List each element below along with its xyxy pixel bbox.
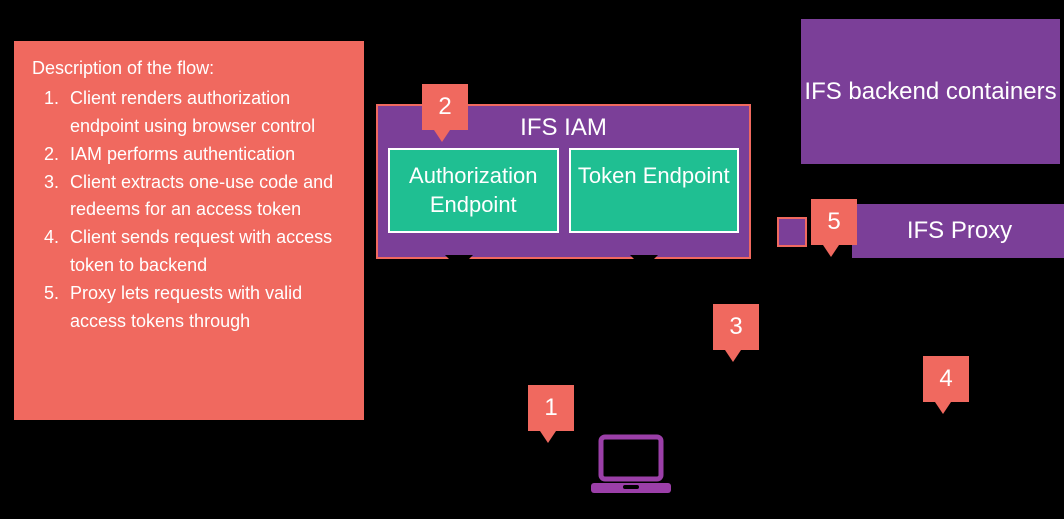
ifs-backend-box: IFS backend containers xyxy=(801,19,1060,164)
callout-5: 5 xyxy=(811,199,857,245)
step-4: Client sends request with access token t… xyxy=(64,224,346,280)
proxy-connector xyxy=(777,217,807,247)
callout-5-number: 5 xyxy=(827,208,840,236)
backend-label: IFS backend containers xyxy=(804,76,1056,107)
callout-2-number: 2 xyxy=(438,93,451,121)
callout-3: 3 xyxy=(713,304,759,350)
step-5: Proxy lets requests with valid access to… xyxy=(64,280,346,336)
description-steps: Client renders authorization endpoint us… xyxy=(32,85,346,336)
ifs-proxy-box: IFS Proxy xyxy=(852,204,1064,258)
callout-4: 4 xyxy=(923,356,969,402)
step-1: Client renders authorization endpoint us… xyxy=(64,85,346,141)
callout-2: 2 xyxy=(422,84,468,130)
proxy-label: IFS Proxy xyxy=(907,217,1012,245)
callout-3-number: 3 xyxy=(729,313,742,341)
token-endpoint-connector-icon xyxy=(630,255,658,274)
callout-4-number: 4 xyxy=(939,365,952,393)
iam-endpoints: Authorization Endpoint Token Endpoint xyxy=(378,148,749,233)
step-3: Client extracts one-use code and redeems… xyxy=(64,169,346,225)
client-laptop-icon xyxy=(589,433,673,498)
callout-1: 1 xyxy=(528,385,574,431)
flow-description: Description of the flow: Client renders … xyxy=(14,41,364,420)
authorization-endpoint: Authorization Endpoint xyxy=(388,148,559,233)
callout-1-number: 1 xyxy=(544,394,557,422)
token-endpoint: Token Endpoint xyxy=(569,148,740,233)
step-2: IAM performs authentication xyxy=(64,141,346,169)
description-title: Description of the flow: xyxy=(32,55,346,83)
auth-endpoint-connector-icon xyxy=(445,255,473,274)
